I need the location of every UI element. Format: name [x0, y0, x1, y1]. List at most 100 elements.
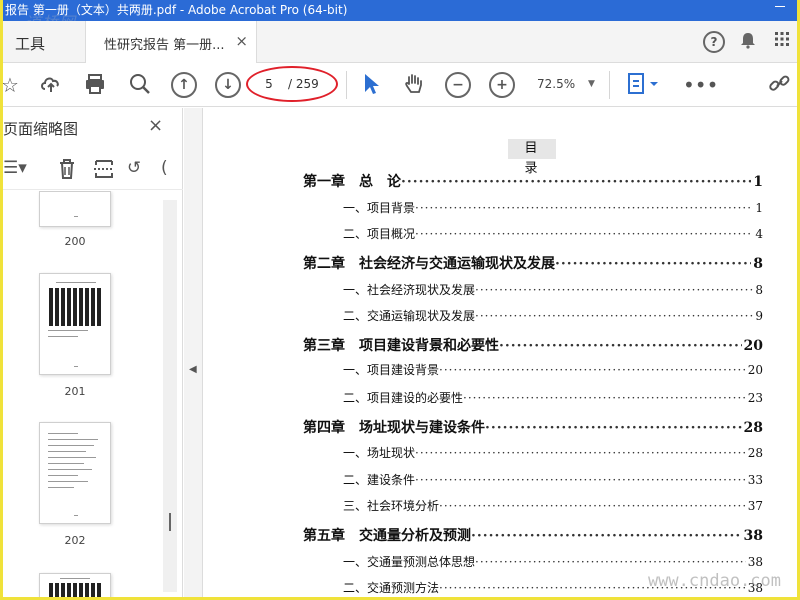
toc-chapter-entry[interactable]: 第三章 项目建设背景和必要性 20: [303, 335, 763, 355]
toc-entry-label: 一、项目背景: [343, 201, 416, 215]
toc-leader-dots: [555, 256, 751, 272]
thumbnail-panel: 页面缩略图 × ☰▾ ↺ ( 200 201 202: [3, 108, 183, 597]
toc-entry-label: 二、项目概况: [343, 227, 416, 241]
page-up-icon[interactable]: ↑: [171, 72, 197, 98]
toc-entry-label: 二、建设条件: [343, 473, 416, 487]
toc-section-entry[interactable]: 二、项目概况 4: [303, 225, 763, 242]
zoom-out-icon[interactable]: −: [445, 72, 471, 98]
toc-chapter-entry[interactable]: 第二章 社会经济与交通运输现状及发展 8: [303, 253, 763, 273]
page-thumbnail[interactable]: [39, 422, 111, 524]
toc-entry-page: 20: [747, 363, 763, 377]
toc-entry-label: 二、项目建设的必要性: [343, 391, 464, 405]
toc-title: 目 录: [508, 139, 556, 176]
toc-entry-page: 1: [753, 174, 763, 190]
toc-entry-page: 38: [747, 555, 763, 569]
page-thumbnail[interactable]: [39, 191, 111, 227]
thumbnail-number: 200: [64, 235, 86, 248]
toc-entry-page: 20: [743, 338, 763, 354]
zoom-in-icon[interactable]: +: [489, 72, 515, 98]
minimize-icon[interactable]: [775, 6, 785, 7]
print-icon[interactable]: [82, 72, 108, 98]
options-menu-icon[interactable]: ☰▾: [3, 158, 27, 178]
toolbar-divider: [609, 71, 610, 99]
toc-leader-dots: [401, 174, 751, 190]
toc-section-entry[interactable]: 一、项目建设背景 20: [303, 361, 763, 378]
toc-entry-page: 28: [743, 420, 763, 436]
panel-title: 页面缩略图: [3, 120, 79, 138]
zoom-dropdown-icon[interactable]: ▼: [588, 74, 595, 94]
close-icon[interactable]: ×: [148, 115, 163, 136]
toc-section-entry[interactable]: 一、项目背景 1: [303, 199, 763, 216]
document-viewport: 目 录 第一章 总 论 1 一、项目背景 1 二、项目概况 4 第二章 社会经济与交通运输现…: [203, 108, 797, 597]
document-tab-label: 性研究报告 第一册...: [104, 38, 225, 53]
toc-entry-label: 一、交通量预测总体思想: [343, 555, 476, 569]
toc-entry-label: 一、项目建设背景: [343, 363, 440, 377]
extract-page-icon[interactable]: [93, 158, 115, 185]
toc-section-entry[interactable]: 二、项目建设的必要性 23: [303, 389, 763, 406]
help-icon[interactable]: ?: [703, 31, 725, 53]
document-tab[interactable]: 性研究报告 第一册... ×: [85, 21, 257, 63]
link-share-icon[interactable]: [767, 72, 793, 98]
toc-leader-dots: [471, 528, 742, 544]
toc-section-entry[interactable]: 三、社会环境分析 37: [303, 497, 763, 514]
toc-entry-label: 第三章 项目建设背景和必要性: [303, 338, 499, 354]
toc-leader-dots: [475, 555, 746, 569]
tab-bar: 工具 性研究报告 第一册... × ?: [3, 21, 797, 63]
highlight-ellipse: [246, 66, 338, 102]
select-cursor-icon[interactable]: [358, 72, 384, 98]
close-tab-icon[interactable]: ×: [235, 32, 248, 50]
more-icon[interactable]: •••: [683, 72, 718, 98]
scrollbar-thumb[interactable]: [169, 513, 171, 531]
toc-leader-dots: [415, 227, 753, 241]
toc-section-entry[interactable]: 二、交通运输现状及发展 9: [303, 307, 763, 324]
toc-entry-label: 二、交通运输现状及发展: [343, 309, 476, 323]
page-thumbnail[interactable]: [39, 273, 111, 375]
toc-entry-label: 一、社会经济现状及发展: [343, 283, 476, 297]
toc-entry-page: 28: [747, 446, 763, 460]
upload-icon[interactable]: [38, 72, 64, 98]
toc-entry-label: 第四章 场址现状与建设条件: [303, 420, 485, 436]
toc-entry-page: 8: [755, 283, 763, 297]
rotate-left-icon[interactable]: ↺: [127, 158, 141, 178]
delete-icon[interactable]: [56, 158, 78, 185]
page-fit-icon[interactable]: [623, 72, 661, 98]
toc-section-entry[interactable]: 一、场址现状 28: [303, 444, 763, 461]
star-icon[interactable]: ☆: [3, 72, 23, 98]
bell-icon[interactable]: [737, 31, 759, 53]
thumbnail-list: 200 201 202: [3, 191, 178, 597]
toc-entry-page: 9: [755, 309, 763, 323]
toc-leader-dots: [499, 338, 742, 354]
page-thumbnail[interactable]: [39, 573, 111, 597]
acrobat-window: 报告 第一册（文本）共两册.pdf - Adobe Acrobat Pro (6…: [0, 0, 800, 600]
toc-chapter-entry[interactable]: 第四章 场址现状与建设条件 28: [303, 417, 763, 437]
toc-leader-dots: [415, 201, 753, 215]
toc-entry-page: 33: [747, 473, 763, 487]
watermark-url: www.cndao.com: [647, 571, 781, 591]
toc-leader-dots: [439, 499, 746, 513]
toc-entry-page: 8: [753, 256, 763, 272]
toc-chapter-entry[interactable]: 第五章 交通量分析及预测 38: [303, 525, 763, 545]
collapse-arrow-icon[interactable]: ◀: [189, 364, 197, 375]
toc-leader-dots: [439, 363, 746, 377]
toc-leader-dots: [475, 309, 753, 323]
pdf-page: 目 录 第一章 总 论 1 一、项目背景 1 二、项目概况 4 第二章 社会经济与交通运输现…: [203, 108, 797, 597]
toc-section-entry[interactable]: 二、建设条件 33: [303, 471, 763, 488]
toc-entry-page: 38: [743, 528, 763, 544]
toc-entry-label: 二、交通预测方法: [343, 581, 440, 595]
tools-tab[interactable]: 工具: [15, 33, 45, 54]
toc-section-entry[interactable]: 一、社会经济现状及发展 8: [303, 281, 763, 298]
rotate-right-icon[interactable]: (: [161, 158, 168, 178]
zoom-search-icon[interactable]: [127, 72, 153, 98]
toc-leader-dots: [475, 283, 753, 297]
toc-leader-dots: [463, 391, 746, 405]
zoom-level[interactable]: 72.5%: [537, 74, 575, 94]
toc-chapter-entry[interactable]: 第一章 总 论 1: [303, 171, 763, 191]
thumbnail-scrollbar[interactable]: [163, 200, 177, 592]
apps-grid-icon[interactable]: [771, 31, 793, 53]
toc-section-entry[interactable]: 一、交通量预测总体思想 38: [303, 553, 763, 570]
panel-collapse-handle[interactable]: ◀: [184, 108, 203, 597]
main-toolbar: ☆ ↑ ↓ 5 / 259 − + 72.5% ▼ •••: [3, 63, 797, 107]
toc-leader-dots: [415, 446, 746, 460]
hand-icon[interactable]: [401, 72, 427, 98]
page-down-icon[interactable]: ↓: [215, 72, 241, 98]
